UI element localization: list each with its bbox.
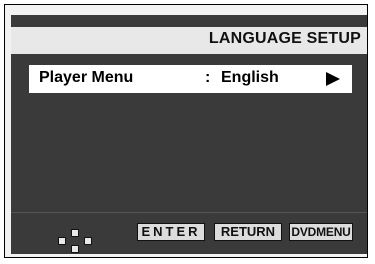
title-bar: LANGUAGE SETUP — [11, 27, 367, 54]
nav-up-icon — [71, 229, 79, 237]
nav-down-icon — [71, 245, 79, 253]
page-title: LANGUAGE SETUP — [208, 30, 361, 47]
nav-right-icon — [84, 237, 92, 245]
return-button[interactable]: RETURN — [214, 223, 282, 241]
right-arrow-icon[interactable] — [326, 72, 340, 86]
enter-button[interactable]: ENTER — [137, 223, 205, 241]
menu-item-separator: : — [205, 69, 211, 86]
navigation-pad-icon — [58, 229, 92, 253]
menu-item-value: English — [221, 69, 279, 86]
nav-left-icon — [58, 237, 66, 245]
menu-item-label: Player Menu — [39, 69, 134, 86]
menu-item-player-menu[interactable]: Player Menu : English — [29, 65, 352, 93]
dvd-menu-button[interactable]: DVDMENU — [289, 223, 353, 241]
